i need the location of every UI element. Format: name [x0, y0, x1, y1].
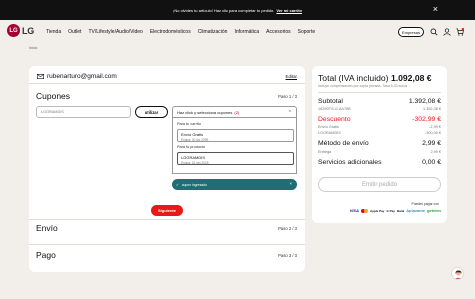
menu-item-outlet[interactable]: Outlet [68, 29, 81, 35]
coupon-select[interactable]: Haz click y selecciona cupones (2) ⌃ [172, 106, 297, 118]
checkout-card: rubenarturo@gmail.com Editar Cupones Pas… [29, 66, 305, 272]
promo-bar: ¡No olvides tu artículo! Haz clic para c… [0, 0, 475, 20]
email-row: rubenarturo@gmail.com [37, 73, 117, 80]
additional-services-value: 0,00 € [422, 159, 441, 166]
promo-cart-link[interactable]: Ver mi carrito [276, 8, 302, 13]
shipping-method-label: Método de envío [318, 140, 369, 147]
shipping-method-value: 2,99 € [422, 140, 441, 147]
place-order-button[interactable]: Emitir pedido [318, 177, 441, 192]
dropdown-group-cart: Para tu carrito [177, 122, 201, 126]
coupon-label: LGGRAMDIS [318, 131, 341, 135]
chevron-up-icon: ⌃ [287, 110, 292, 116]
discount-label: Descuento [318, 116, 351, 123]
google-pay-logo: G Pay [386, 208, 395, 213]
promo-text: ¡No olvides tu artículo! Haz clic para c… [173, 7, 275, 13]
close-icon[interactable]: × [433, 5, 438, 14]
empresas-button[interactable]: Empresas [398, 27, 424, 37]
apply-coupon-button[interactable]: utilizar [135, 106, 168, 118]
order-total: Total (IVA incluido) 1.092,08 € [318, 73, 432, 83]
coupon-select-label: Haz click y selecciona cupones [177, 109, 233, 115]
subtotal-label: Subtotal [318, 98, 343, 105]
search-icon[interactable] [430, 28, 438, 36]
coupons-step: Paso 1 / 3 [278, 94, 297, 99]
delivery-value: 2,99 € [430, 150, 441, 154]
main-menu: Tienda Outlet TV/Lifestyle/Audio/Video E… [46, 29, 322, 35]
coupon-dropdown: Para tu carrito Envío Gratis Expira: 30 … [172, 118, 297, 174]
lg-logo-mark: LG [7, 24, 20, 37]
subtotal-value: 1.392,08 € [408, 98, 441, 105]
coupon-option-title: LGGRAMDIS [181, 154, 206, 160]
shipping-title[interactable]: Envío [36, 223, 58, 233]
user-icon[interactable] [443, 28, 451, 36]
additional-services-row: Servicios adicionales 0,00 € [318, 159, 441, 166]
discount-row: Descuento -302,99 € [318, 116, 441, 123]
coupon-toast: ✓ cupon ingresado × [172, 179, 297, 190]
free-shipping-row: Envío Gratis -2,99 € [318, 125, 441, 129]
dropdown-group-product: Para tu producto [177, 145, 206, 149]
coupon-code-placeholder: LGGRAMDIS [41, 110, 64, 114]
lg-logo-text: LG [22, 25, 35, 36]
delivery-row: Entrega 2,99 € [318, 150, 441, 154]
pay-with-label: Puedes pagar con [411, 202, 439, 206]
free-shipping-label: Envío Gratis [318, 125, 339, 129]
mail-icon [37, 74, 44, 79]
delivery-label: Entrega [318, 150, 332, 154]
menu-item-soporte[interactable]: Soporte [298, 29, 316, 35]
menu-item-accesorios[interactable]: Accesorios [266, 29, 290, 35]
cart-icon[interactable] [456, 28, 464, 36]
coupon-option-title: Envío Gratis [181, 131, 204, 137]
compensation-note: Incluye compensación por copia privada. … [318, 84, 408, 88]
total-value: 1.092,08 € [390, 73, 432, 83]
shipping-method-row: Método de envío 2,99 € [318, 140, 441, 147]
shipping-step: Paso 2 / 3 [278, 226, 297, 231]
divider [29, 244, 305, 245]
coupons-title: Cupones [36, 91, 71, 101]
next-button[interactable]: Siguiente [151, 205, 183, 216]
total-label: Total (IVA incluido) [318, 73, 389, 83]
edit-email-link[interactable]: Editar [286, 74, 297, 79]
menu-item-climatizacion[interactable]: Climatización [198, 29, 228, 35]
getelen-logo: getelen [426, 208, 441, 213]
menu-item-electrodomesticos[interactable]: Electrodomésticos [150, 29, 191, 35]
order-summary-card: Total (IVA incluido) 1.092,08 € Incluye … [312, 66, 447, 223]
coupon-option-envio[interactable]: Envío Gratis Expira: 30 dic 2099 [177, 129, 294, 142]
coupon-option-expiry: Expira: 31 jan 2025 [181, 160, 209, 165]
apple-pay-logo: Apple Pay [369, 208, 385, 213]
item-row: 16Z90TS-G.AA78B 1.392,08 € [318, 107, 441, 111]
coupon-value: -300,00 € [424, 131, 441, 135]
coupon-option-expiry: Expira: 30 dic 2099 [181, 137, 209, 142]
coupon-option-lggramdis[interactable]: LGGRAMDIS Expira: 31 jan 2025 [177, 152, 294, 165]
payment-step: Paso 3 / 3 [278, 253, 297, 258]
close-icon[interactable]: × [290, 181, 292, 186]
coupon-code-input[interactable]: LGGRAMDIS [36, 106, 131, 118]
visa-logo: VISA [349, 208, 359, 213]
menu-item-tv[interactable]: TV/Lifestyle/Audio/Video [88, 29, 142, 35]
payment-title[interactable]: Pago [36, 250, 56, 260]
divider [29, 83, 305, 84]
user-email: rubenarturo@gmail.com [47, 73, 117, 80]
payment-logos: VISA Apple Pay G Pay Bank Aplazame getel… [350, 208, 441, 213]
menu-item-informatica[interactable]: Informática [234, 29, 259, 35]
mastercard-icon [360, 208, 368, 213]
menu-item-tienda[interactable]: Tienda [46, 29, 61, 35]
chat-avatar[interactable] [451, 267, 464, 280]
subtotal-row: Subtotal 1.392,08 € [318, 98, 441, 105]
discount-value: -302,99 € [412, 116, 441, 123]
coupon-row: LGGRAMDIS -300,00 € [318, 131, 441, 135]
main-navigation: LG LG Tienda Outlet TV/Lifestyle/Audio/V… [0, 20, 475, 43]
additional-services-label: Servicios adicionales [318, 159, 382, 166]
assistant-avatar-icon [454, 270, 463, 279]
breadcrumb[interactable]: Inicio [29, 46, 37, 50]
item-value: 1.392,08 € [423, 107, 441, 111]
divider [29, 219, 305, 220]
check-icon: ✓ [176, 182, 179, 187]
aplazame-logo: Aplazame [406, 208, 425, 213]
item-code: 16Z90TS-G.AA78B [318, 107, 351, 111]
coupon-select-count: (2) [234, 109, 240, 115]
free-shipping-value: -2,99 € [429, 125, 441, 129]
divider [318, 92, 441, 93]
lg-logo[interactable]: LG LG [7, 24, 34, 37]
bank-logo: Bank [396, 208, 405, 213]
toast-text: cupon ingresado [181, 182, 207, 187]
